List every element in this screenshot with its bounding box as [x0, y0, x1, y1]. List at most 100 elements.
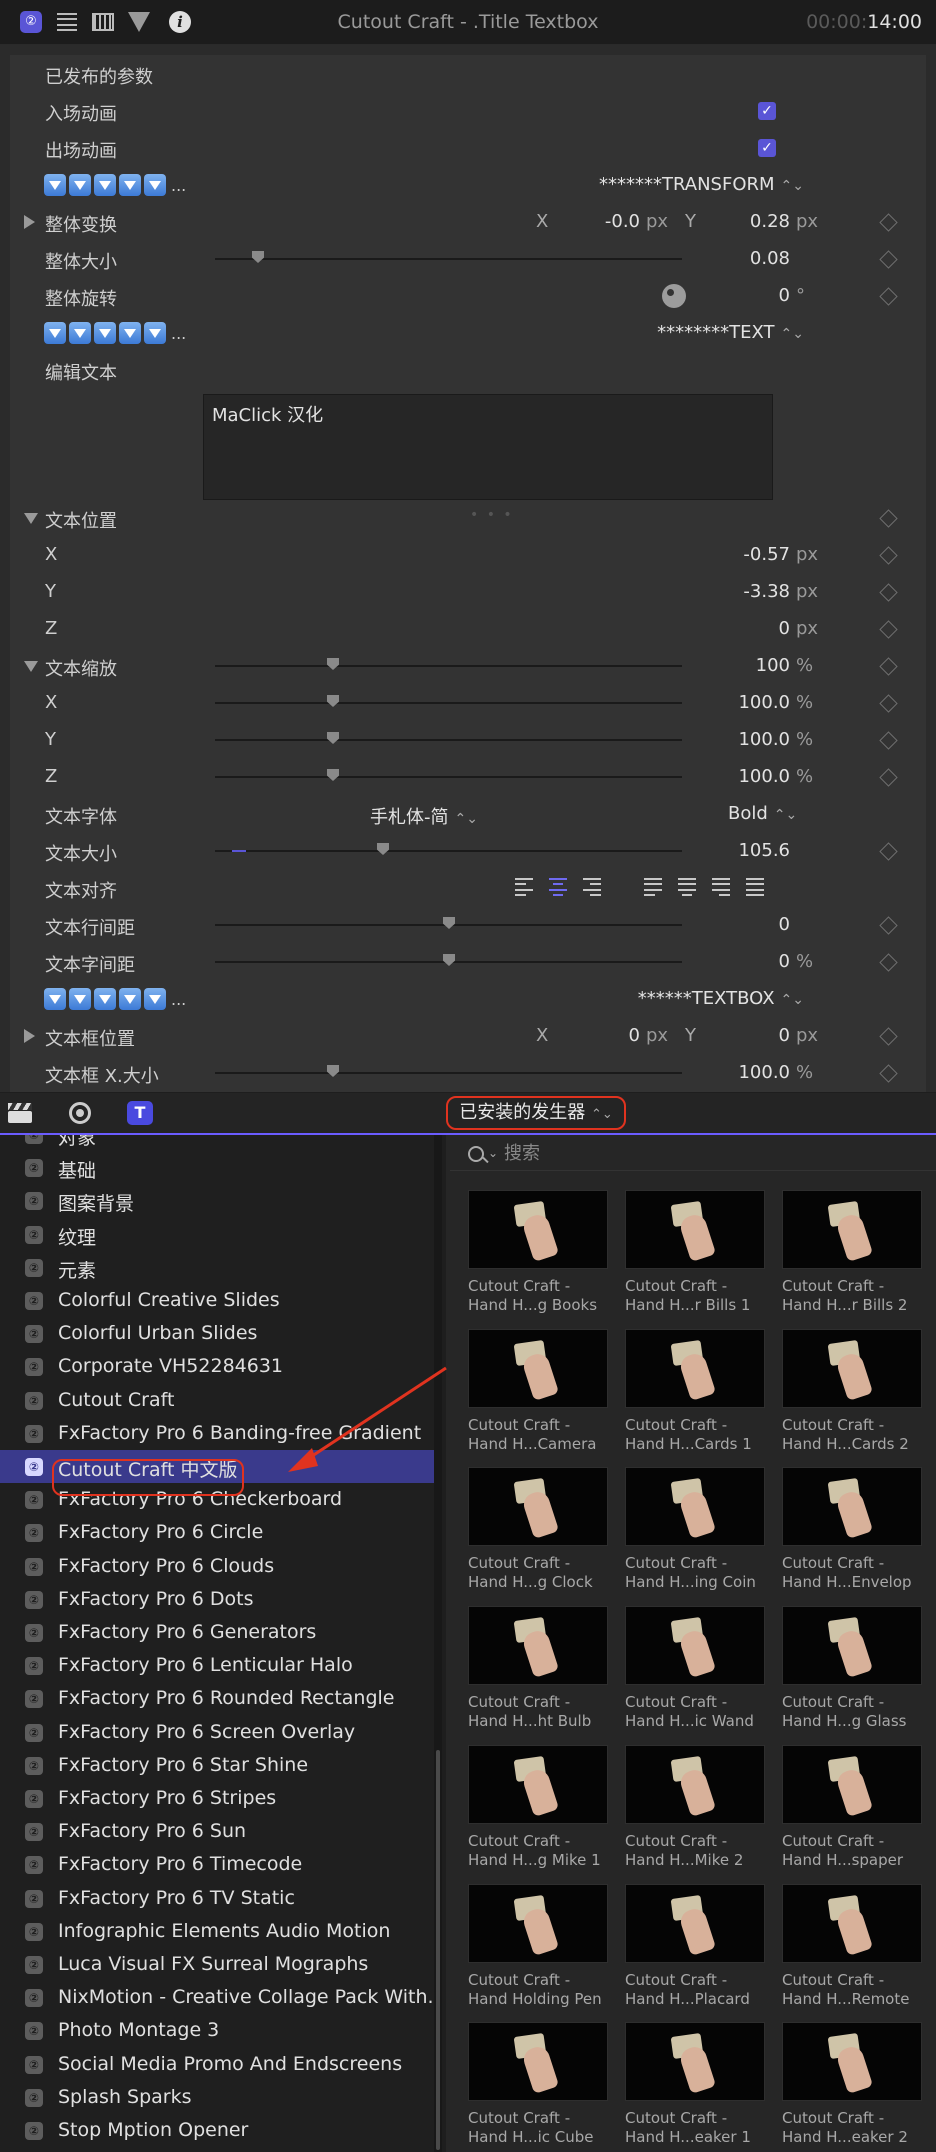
keyframe-icon[interactable] [879, 731, 898, 750]
music-photo-icon[interactable] [66, 1099, 94, 1127]
sidebar-item[interactable]: ② 纹理 [0, 1218, 434, 1251]
generator-tile[interactable]: Cutout Craft - Hand H...ic Wand [625, 1606, 765, 1734]
keyframe-icon[interactable] [879, 250, 898, 269]
keyframe-icon[interactable] [879, 916, 898, 935]
generator-thumbnail[interactable] [468, 1883, 608, 1963]
line-spacing-slider[interactable] [215, 917, 682, 929]
sidebar-item[interactable]: ② FxFactory Pro 6 Star Shine [0, 1749, 434, 1782]
text-scale-y-slider[interactable] [215, 732, 682, 744]
generator-thumbnail[interactable] [782, 1883, 922, 1963]
text-popup[interactable]: ********TEXT ⌃⌄ [657, 322, 804, 343]
sidebar-item[interactable]: ② Splash Sparks [0, 2081, 434, 2114]
chevron-down-icon[interactable]: ⌄ [488, 1146, 498, 1160]
keyframe-icon[interactable] [879, 768, 898, 787]
font-weight-popup[interactable]: Bold ⌃⌄ [728, 803, 797, 824]
sidebar-item[interactable]: ② FxFactory Pro 6 Generators [0, 1616, 434, 1649]
titles-generators-icon[interactable]: T [126, 1099, 154, 1127]
generator-thumbnail[interactable] [625, 2022, 765, 2102]
generator-tile[interactable]: Cutout Craft - Hand H...Mike 2 [625, 1744, 765, 1873]
sidebar-item[interactable]: ② Photo Montage 3 [0, 2014, 434, 2047]
slider-thumb[interactable] [443, 917, 455, 929]
transform-popup[interactable]: *******TRANSFORM ⌃⌄ [599, 174, 804, 195]
sidebar-item[interactable]: ② FxFactory Pro 6 Rounded Rectangle [0, 1682, 434, 1715]
search-icon[interactable] [468, 1146, 484, 1162]
sidebar-item[interactable]: ② FxFactory Pro 6 Circle [0, 1516, 434, 1549]
keyframe-icon[interactable] [879, 1027, 898, 1046]
sidebar-item[interactable]: ② FxFactory Pro 6 Banding-free Gradient [0, 1417, 434, 1450]
sidebar-item[interactable]: ② Corporate VH52284631 [0, 1350, 434, 1383]
keyframe-icon[interactable] [879, 694, 898, 713]
slider-thumb[interactable] [327, 658, 339, 670]
generator-tile[interactable]: Cutout Craft - Hand H...ht Bulb [468, 1606, 608, 1734]
generator-thumbnail[interactable] [625, 1190, 765, 1269]
keyframe-icon[interactable] [879, 953, 898, 972]
slider-thumb[interactable] [252, 251, 264, 263]
textbox-position-x-value[interactable]: 0 [629, 1025, 640, 1046]
generator-tile[interactable]: Cutout Craft - Hand H...g Clock [468, 1467, 608, 1595]
generator-thumbnail[interactable] [782, 1328, 922, 1408]
generator-tile[interactable]: Cutout Craft - Hand H...eaker 2 [782, 2022, 922, 2150]
justify-left-icon[interactable] [644, 878, 662, 896]
generator-thumbnail[interactable] [782, 1467, 922, 1547]
generator-tile[interactable]: Cutout Craft - Hand H...eaker 1 [625, 2022, 765, 2150]
generator-tile[interactable]: Cutout Craft - Hand Holding Pen [468, 1883, 608, 2012]
slider-thumb[interactable] [327, 1065, 339, 1077]
sidebar-item[interactable]: ② Cutout Craft [0, 1384, 434, 1417]
generator-tile[interactable]: Cutout Craft - Hand H...g Books [468, 1190, 608, 1318]
sidebar-item[interactable]: ② NixMotion - Creative Collage Pack With.… [0, 1981, 434, 2014]
generator-thumbnail[interactable] [468, 1606, 608, 1686]
disclosure-right-icon[interactable] [24, 215, 35, 229]
justify-center-icon[interactable] [678, 878, 696, 896]
text-scale-z-value[interactable]: 100.0 [738, 766, 790, 787]
sidebar-item[interactable]: ② FxFactory Pro 6 Sun [0, 1815, 434, 1848]
sidebar-item[interactable]: ② Luca Visual FX Surreal Mographs [0, 1948, 434, 1981]
textbox-position-y-value[interactable]: 0 [779, 1025, 790, 1046]
sidebar-item[interactable]: ② Stop Mption Opener [0, 2114, 434, 2147]
slider-thumb[interactable] [327, 732, 339, 744]
generator-tile[interactable]: Cutout Craft - Hand H...r Bills 2 [782, 1190, 922, 1318]
overall-rotation-value[interactable]: 0 [779, 285, 790, 306]
generator-thumbnail[interactable] [782, 2022, 922, 2102]
align-center-icon[interactable] [549, 878, 567, 896]
keyframe-icon[interactable] [879, 842, 898, 861]
generator-thumbnail[interactable] [782, 1606, 922, 1686]
rotation-dial[interactable] [662, 284, 686, 308]
justify-full-icon[interactable] [746, 878, 764, 896]
align-left-icon[interactable] [515, 878, 533, 896]
overall-transform-y-value[interactable]: 0.28 [750, 211, 790, 232]
generator-tile[interactable]: Cutout Craft - Hand H...Remote [782, 1883, 922, 2012]
slider-thumb[interactable] [327, 769, 339, 781]
keyframe-icon[interactable] [879, 1064, 898, 1083]
disclosure-down-icon[interactable] [24, 513, 38, 524]
generator-thumbnail[interactable] [625, 1744, 765, 1824]
generator-tile[interactable]: Cutout Craft - Hand H...g Glass [782, 1606, 922, 1734]
sidebar-item[interactable]: ② 基础 [0, 1151, 434, 1184]
sidebar-item[interactable]: ② FxFactory Pro 6 Stripes [0, 1782, 434, 1815]
generator-thumbnail[interactable] [468, 1467, 608, 1547]
edit-text-field[interactable]: MaClick 汉化 [203, 394, 773, 500]
build-out-checkbox[interactable]: ✓ [758, 139, 776, 157]
generator-thumbnail[interactable] [625, 1883, 765, 1963]
keyframe-icon[interactable] [879, 546, 898, 565]
installed-generators-dropdown[interactable]: 已安装的发生器 ⌃⌄ [446, 1096, 626, 1130]
text-scale-y-value[interactable]: 100.0 [738, 729, 790, 750]
sidebar-item[interactable]: ② Infographic Elements Audio Motion [0, 1915, 434, 1948]
build-in-checkbox[interactable]: ✓ [758, 102, 776, 120]
keyframe-icon[interactable] [879, 620, 898, 639]
slider-thumb[interactable] [327, 695, 339, 707]
sidebar-item[interactable]: ② 元素 [0, 1251, 434, 1284]
sidebar-item[interactable]: ② FxFactory Pro 6 Lenticular Halo [0, 1649, 434, 1682]
generator-tile[interactable]: Cutout Craft - Hand H...Cards 1 [625, 1328, 765, 1457]
clapper-icon[interactable] [6, 1099, 34, 1127]
sidebar-item[interactable]: ② 图案背景 [0, 1184, 434, 1217]
overall-size-value[interactable]: 0.08 [750, 248, 790, 269]
sidebar-item[interactable]: ② Colorful Urban Slides [0, 1317, 434, 1350]
generator-thumbnail[interactable] [468, 2022, 608, 2102]
keyframe-icon[interactable] [879, 583, 898, 602]
generator-thumbnail[interactable] [782, 1190, 922, 1269]
generator-tile[interactable]: Cutout Craft - Hand H...Camera [468, 1328, 608, 1457]
char-spacing-value[interactable]: 0 [779, 951, 790, 972]
text-scale-value[interactable]: 100 [756, 655, 790, 676]
generator-thumbnail[interactable] [468, 1328, 608, 1408]
text-size-slider[interactable] [215, 843, 682, 855]
